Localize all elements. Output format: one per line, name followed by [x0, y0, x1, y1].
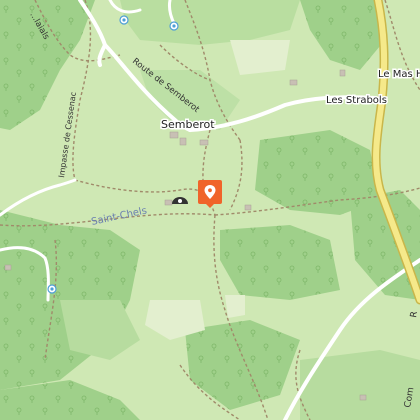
map-view[interactable]: ...laials Route de Semberot Impasse de C…	[0, 0, 420, 420]
label-le-mas-h: Le Mas H	[378, 69, 420, 80]
label-semberot: Semberot	[161, 118, 215, 131]
location-marker[interactable]	[198, 180, 222, 208]
label-les-strabols: Les Strabols	[326, 95, 387, 106]
